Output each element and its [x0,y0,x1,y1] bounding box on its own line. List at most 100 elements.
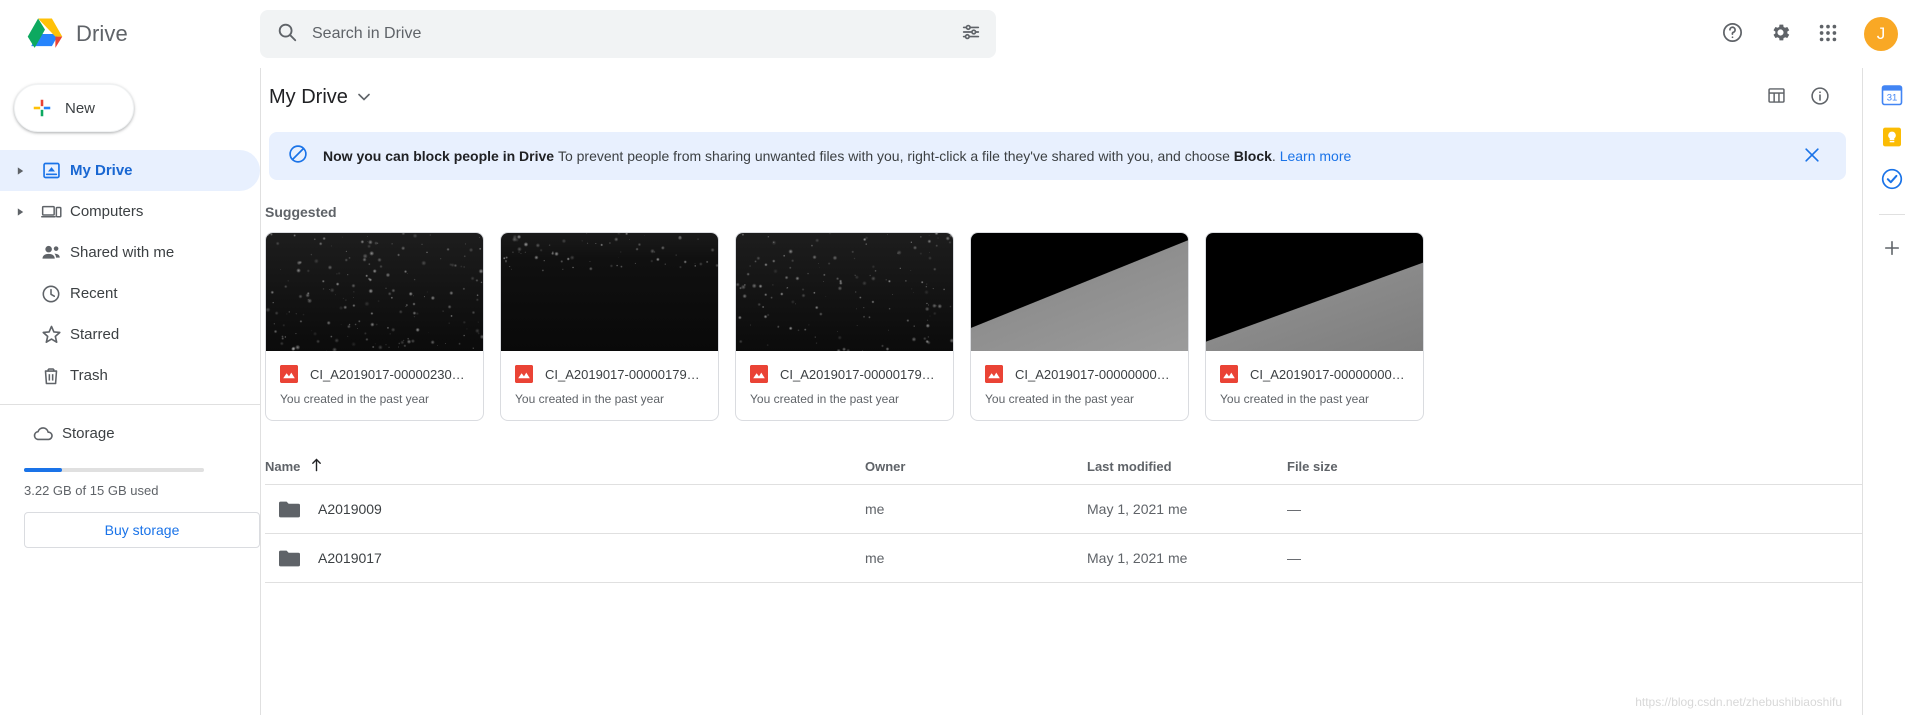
sidebar-item-computers[interactable]: Computers [0,191,260,232]
row-file-size: — [1287,501,1457,517]
sidebar-item-storage[interactable]: Storage [0,413,260,454]
gear-icon [1769,21,1792,47]
expand-caret-icon[interactable] [8,207,32,217]
google-tasks-icon[interactable] [1879,166,1905,192]
banner-body-after: . [1272,148,1280,164]
trash-icon [32,365,70,387]
suggested-card[interactable]: CI_A2019017-00000179… You created in the… [735,232,954,421]
shared-with-me-icon [32,241,70,264]
image-file-icon [515,365,533,383]
google-calendar-icon[interactable]: 31 [1879,82,1905,108]
search-input[interactable] [312,25,946,43]
storage-label: Storage [62,425,115,442]
my-drive-icon [32,160,70,181]
row-owner: me [865,501,1087,517]
column-header-last-modified[interactable]: Last modified [1087,459,1287,474]
suggested-cards: CI_A2019017-00000230… You created in the… [261,232,1862,421]
suggested-card[interactable]: CI_A2019017-00000000… You created in the… [1205,232,1424,421]
sidebar-item-label: Trash [70,367,108,384]
search-icon [276,21,298,48]
sidebar-item-trash[interactable]: Trash [0,355,260,396]
suggested-section-title: Suggested [265,204,1862,220]
breadcrumb[interactable]: My Drive [261,86,370,109]
card-file-name: CI_A2019017-00000000… [1250,367,1405,382]
search-options-icon[interactable] [960,21,982,48]
row-name-cell: A2019009 [265,501,865,518]
cloud-icon [24,421,62,446]
card-subtitle: You created in the past year [736,383,953,420]
card-subtitle: You created in the past year [1206,383,1423,420]
sidebar-item-shared-with-me[interactable]: Shared with me [0,232,260,273]
info-icon [1809,85,1831,110]
table-row[interactable]: A2019009 me May 1, 2021 me — [265,485,1862,534]
banner-body-before: To prevent people from sharing unwanted … [558,148,1234,164]
banner-learn-more-link[interactable]: Learn more [1280,148,1352,164]
table-row[interactable]: A2019017 me May 1, 2021 me — [265,534,1862,583]
svg-text:31: 31 [1886,93,1897,104]
column-label-name: Name [265,459,300,474]
image-file-icon [1220,365,1238,383]
avatar[interactable]: J [1864,17,1898,51]
sidebar-item-starred[interactable]: Starred [0,314,260,355]
card-thumbnail [266,233,483,351]
suggested-card[interactable]: CI_A2019017-00000230… You created in the… [265,232,484,421]
suggested-card[interactable]: CI_A2019017-00000000… You created in the… [970,232,1189,421]
plus-icon [1882,238,1902,263]
search-area [260,10,1710,58]
side-panel-rail: 31 [1862,68,1920,715]
sidebar-item-recent[interactable]: Recent [0,273,260,314]
new-button[interactable]: New [14,84,134,132]
folder-icon [279,550,300,567]
app-body: New My Drive [0,68,1920,715]
banner-close-button[interactable] [1790,134,1834,178]
suggested-card[interactable]: CI_A2019017-00000179… You created in the… [500,232,719,421]
column-header-owner[interactable]: Owner [865,459,1087,474]
grid-view-button[interactable] [1754,75,1798,119]
card-subtitle: You created in the past year [501,383,718,420]
buy-storage-button[interactable]: Buy storage [24,512,260,548]
recent-clock-icon [32,283,70,305]
storage-usage-text: 3.22 GB of 15 GB used [24,483,260,498]
plus-icon [31,97,53,119]
google-apps-button[interactable] [1806,12,1850,56]
top-bar-actions: J [1710,12,1920,56]
row-name-cell: A2019017 [265,550,865,567]
details-button[interactable] [1798,75,1842,119]
folder-icon [279,501,300,518]
card-thumbnail [971,233,1188,351]
card-name-row: CI_A2019017-00000179… [501,351,718,383]
search-box[interactable] [260,10,996,58]
apps-grid-icon [1817,22,1839,47]
block-icon [287,143,309,170]
row-file-size: — [1287,550,1457,566]
drive-app: Drive [0,0,1920,715]
card-thumbnail [501,233,718,351]
column-header-name[interactable]: Name [265,458,865,475]
sidebar-item-label: Shared with me [70,244,174,261]
column-header-file-size[interactable]: File size [1287,459,1457,474]
card-name-row: CI_A2019017-00000000… [971,351,1188,383]
card-thumbnail [1206,233,1423,351]
sidebar-item-label: My Drive [70,162,133,179]
google-keep-icon[interactable] [1879,124,1905,150]
row-owner: me [865,550,1087,566]
card-file-name: CI_A2019017-00000230… [310,367,465,382]
help-button[interactable] [1710,12,1754,56]
file-list-table: Name Owner Last modified File size [261,449,1862,583]
row-file-name: A2019009 [318,501,382,517]
table-body: A2019009 me May 1, 2021 me — A2019017 me… [265,485,1862,583]
chevron-down-icon[interactable] [358,88,370,106]
sort-ascending-arrow-icon [310,458,323,475]
image-file-icon [750,365,768,383]
main-content: My Drive [260,68,1862,715]
card-file-name: CI_A2019017-00000000… [1015,367,1170,382]
sidebar-item-my-drive[interactable]: My Drive [0,150,260,191]
settings-button[interactable] [1758,12,1802,56]
banner-text: Now you can block people in Drive To pre… [323,148,1351,164]
main-header: My Drive [261,68,1862,126]
add-panel-button[interactable] [1879,237,1905,263]
card-file-name: CI_A2019017-00000179… [545,367,700,382]
expand-caret-icon[interactable] [8,166,32,176]
card-name-row: CI_A2019017-00000230… [266,351,483,383]
brand-logo[interactable]: Drive [0,15,260,53]
